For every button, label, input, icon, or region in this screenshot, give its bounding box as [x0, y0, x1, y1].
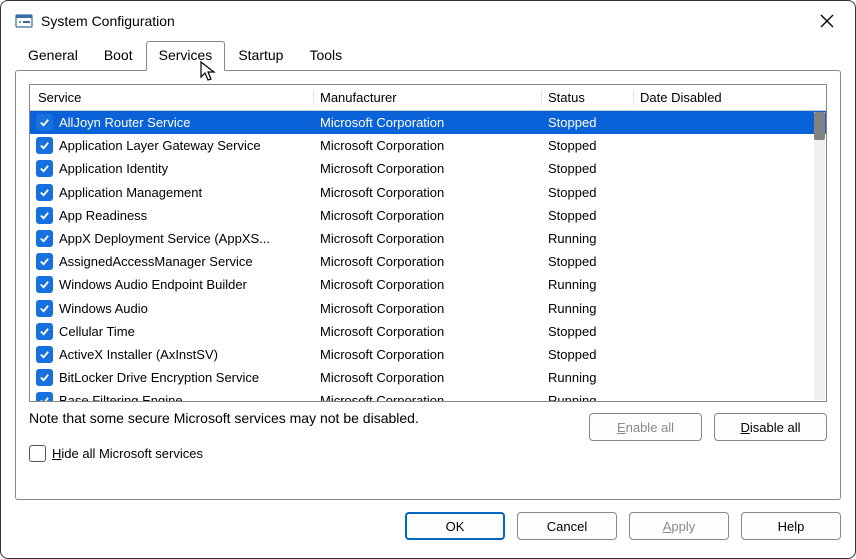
service-mfr: Microsoft Corporation — [314, 347, 542, 362]
services-table: Service Manufacturer Status Date Disable… — [29, 84, 827, 402]
service-mfr: Microsoft Corporation — [314, 161, 542, 176]
scrollbar-track[interactable] — [814, 112, 825, 400]
service-mfr: Microsoft Corporation — [314, 231, 542, 246]
row-checkbox[interactable] — [36, 160, 53, 177]
close-button[interactable] — [813, 7, 841, 35]
hide-ms-checkbox[interactable] — [29, 445, 46, 462]
enable-all-button[interactable]: Enable all — [589, 413, 702, 441]
service-status: Stopped — [542, 115, 634, 130]
row-checkbox[interactable] — [36, 114, 53, 131]
service-mfr: Microsoft Corporation — [314, 138, 542, 153]
cancel-button[interactable]: Cancel — [517, 512, 617, 540]
header-service[interactable]: Service — [30, 90, 314, 105]
tab-boot[interactable]: Boot — [91, 41, 146, 71]
service-status: Stopped — [542, 161, 634, 176]
row-checkbox[interactable] — [36, 323, 53, 340]
help-button[interactable]: Help — [741, 512, 841, 540]
service-status: Stopped — [542, 138, 634, 153]
title-bar: System Configuration — [1, 1, 855, 41]
service-mfr: Microsoft Corporation — [314, 277, 542, 292]
service-mfr: Microsoft Corporation — [314, 254, 542, 269]
service-name: AppX Deployment Service (AppXS... — [59, 231, 270, 246]
table-row[interactable]: Application Management Microsoft Corporat… — [30, 181, 826, 204]
ok-button[interactable]: OK — [405, 512, 505, 540]
service-mfr: Microsoft Corporation — [314, 115, 542, 130]
service-mfr: Microsoft Corporation — [314, 301, 542, 316]
scrollbar-thumb[interactable] — [814, 112, 825, 140]
row-checkbox[interactable] — [36, 369, 53, 386]
tab-strip: General Boot Services Startup Tools — [15, 41, 841, 71]
hide-ms-label[interactable]: Hide all Microsoft services — [52, 446, 203, 461]
service-status: Stopped — [542, 254, 634, 269]
row-checkbox[interactable] — [36, 253, 53, 270]
service-status: Running — [542, 277, 634, 292]
service-mfr: Microsoft Corporation — [314, 185, 542, 200]
service-status: Stopped — [542, 208, 634, 223]
table-header: Service Manufacturer Status Date Disable… — [30, 85, 826, 111]
table-row[interactable]: App Readiness Microsoft CorporationStoppe… — [30, 204, 826, 227]
service-name: App Readiness — [59, 208, 147, 223]
service-name: Windows Audio Endpoint Builder — [59, 277, 247, 292]
service-name: Application Management — [59, 185, 202, 200]
table-row[interactable]: AppX Deployment Service (AppXS... Microso… — [30, 227, 826, 250]
service-name: AssignedAccessManager Service — [59, 254, 253, 269]
row-checkbox[interactable] — [36, 137, 53, 154]
row-checkbox[interactable] — [36, 207, 53, 224]
table-row[interactable]: Windows Audio Microsoft CorporationRunnin… — [30, 297, 826, 320]
header-manufacturer[interactable]: Manufacturer — [314, 90, 542, 105]
service-status: Running — [542, 393, 634, 401]
service-name: Cellular Time — [59, 324, 135, 339]
row-checkbox[interactable] — [36, 184, 53, 201]
header-status[interactable]: Status — [542, 90, 634, 105]
service-mfr: Microsoft Corporation — [314, 370, 542, 385]
service-name: Application Identity — [59, 161, 168, 176]
row-checkbox[interactable] — [36, 300, 53, 317]
service-status: Running — [542, 231, 634, 246]
table-row[interactable]: Application Layer Gateway Service Microso… — [30, 134, 826, 157]
app-icon — [15, 12, 33, 30]
disable-all-button[interactable]: Disable all — [714, 413, 827, 441]
service-status: Running — [542, 301, 634, 316]
window-title: System Configuration — [41, 13, 813, 29]
tab-services[interactable]: Services — [146, 41, 226, 71]
tab-tools[interactable]: Tools — [296, 41, 355, 71]
service-status: Stopped — [542, 185, 634, 200]
table-row[interactable]: ActiveX Installer (AxInstSV) Microsoft Co… — [30, 343, 826, 366]
table-row[interactable]: Base Filtering Engine Microsoft Corporati… — [30, 389, 826, 401]
table-body: AllJoyn Router Service Microsoft Corporat… — [30, 111, 826, 401]
service-mfr: Microsoft Corporation — [314, 208, 542, 223]
tab-general[interactable]: General — [15, 41, 91, 71]
service-status: Stopped — [542, 324, 634, 339]
service-status: Stopped — [542, 347, 634, 362]
table-row[interactable]: Application Identity Microsoft Corporatio… — [30, 157, 826, 180]
table-row[interactable]: AllJoyn Router Service Microsoft Corporat… — [30, 111, 826, 134]
service-mfr: Microsoft Corporation — [314, 324, 542, 339]
service-status: Running — [542, 370, 634, 385]
apply-button[interactable]: Apply — [629, 512, 729, 540]
tab-startup[interactable]: Startup — [225, 41, 296, 71]
table-row[interactable]: AssignedAccessManager Service Microsoft C… — [30, 250, 826, 273]
service-name: Windows Audio — [59, 301, 148, 316]
table-row[interactable]: Cellular Time Microsoft CorporationStoppe… — [30, 320, 826, 343]
dialog-buttons: OK Cancel Apply Help — [15, 500, 841, 540]
table-row[interactable]: BitLocker Drive Encryption Service Micros… — [30, 366, 826, 389]
service-mfr: Microsoft Corporation — [314, 393, 542, 401]
table-row[interactable]: Windows Audio Endpoint Builder Microsoft … — [30, 273, 826, 296]
service-name: BitLocker Drive Encryption Service — [59, 370, 259, 385]
service-name: Base Filtering Engine — [59, 393, 183, 401]
row-checkbox[interactable] — [36, 392, 53, 401]
row-checkbox[interactable] — [36, 346, 53, 363]
service-name: AllJoyn Router Service — [59, 115, 191, 130]
services-panel: Service Manufacturer Status Date Disable… — [15, 70, 841, 500]
row-checkbox[interactable] — [36, 230, 53, 247]
row-checkbox[interactable] — [36, 276, 53, 293]
header-date-disabled[interactable]: Date Disabled — [634, 90, 826, 105]
service-name: Application Layer Gateway Service — [59, 138, 261, 153]
service-name: ActiveX Installer (AxInstSV) — [59, 347, 218, 362]
